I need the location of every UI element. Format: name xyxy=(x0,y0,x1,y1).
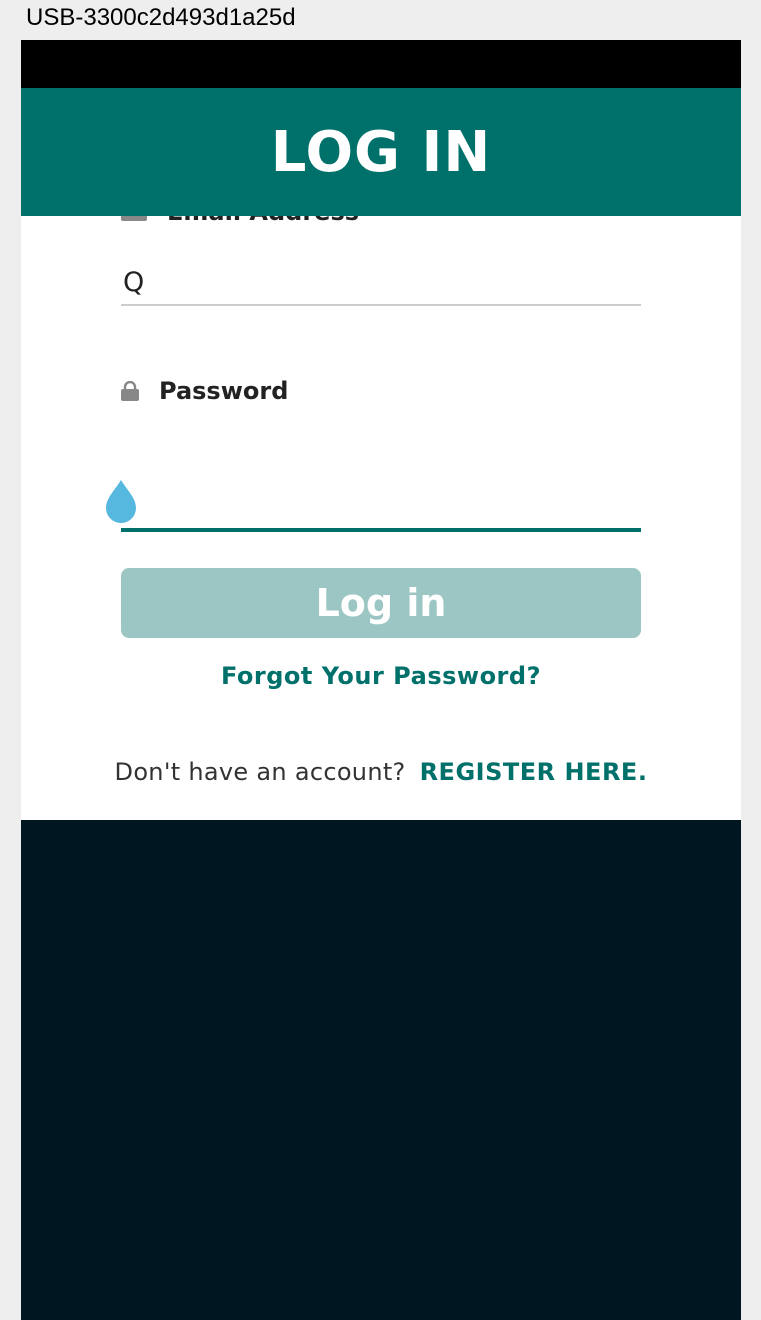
email-label-row: Email Address xyxy=(121,216,359,226)
register-row: Don't have an account? REGISTER HERE. xyxy=(21,758,741,786)
password-field[interactable] xyxy=(121,484,641,532)
email-icon xyxy=(121,216,147,221)
email-field[interactable] xyxy=(121,260,641,306)
email-label: Email Address xyxy=(167,216,359,226)
register-prompt: Don't have an account? xyxy=(114,758,406,786)
lock-icon xyxy=(121,381,139,401)
password-label-row: Password xyxy=(121,376,288,406)
forgot-password-link[interactable]: Forgot Your Password? xyxy=(21,662,741,690)
app-header: LOG IN xyxy=(21,88,741,216)
page-title: LOG IN xyxy=(270,119,492,185)
text-cursor-handle-icon[interactable] xyxy=(105,480,137,526)
phone-screen: LOG IN Email Address Password Log in For… xyxy=(21,40,741,1320)
login-button[interactable]: Log in xyxy=(121,568,641,638)
register-link[interactable]: REGISTER HERE. xyxy=(420,758,648,786)
footer-background xyxy=(21,820,741,1320)
login-form: Email Address Password Log in Forgot You… xyxy=(21,216,741,820)
device-id-label: USB-3300c2d493d1a25d xyxy=(26,4,296,31)
status-bar xyxy=(21,40,741,88)
password-label: Password xyxy=(159,377,289,405)
